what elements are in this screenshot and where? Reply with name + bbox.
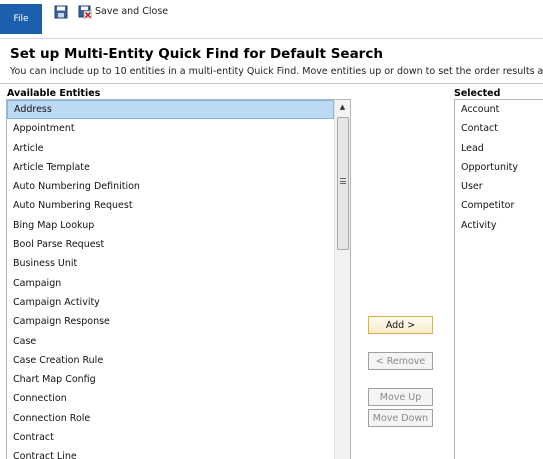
available-entity-item[interactable]: Chart Map Config (7, 370, 334, 389)
available-entities-label: Available Entities (7, 88, 101, 99)
selected-entities-list[interactable]: Account Contact Lead Opportunity User Competi… (454, 99, 543, 459)
scroll-up-arrow-icon[interactable]: ▲ (335, 100, 350, 114)
selected-entity-item[interactable]: User (455, 177, 543, 196)
header-divider (0, 83, 543, 84)
selected-entity-item[interactable]: Competitor (455, 196, 543, 215)
available-entity-item[interactable]: Article Template (7, 158, 334, 177)
available-entities-items: Address Appointment Article Article Templat… (7, 100, 334, 459)
selected-entity-item[interactable]: Lead (455, 139, 543, 158)
available-entity-item[interactable]: Campaign (7, 274, 334, 293)
page-title: Set up Multi-Entity Quick Find for Defau… (10, 46, 383, 62)
save-icon[interactable] (54, 5, 68, 19)
add-button[interactable]: Add > (368, 316, 433, 334)
grip-icon (340, 178, 346, 184)
available-entity-item[interactable]: Campaign Activity (7, 293, 334, 312)
ribbon: File Save and Close (0, 0, 543, 38)
available-list-scrollbar[interactable]: ▲ (334, 100, 350, 459)
available-entity-item[interactable]: Contract (7, 428, 334, 447)
scroll-thumb[interactable] (337, 117, 349, 250)
available-entity-item[interactable]: Bool Parse Request (7, 235, 334, 254)
move-up-button[interactable]: Move Up (368, 388, 433, 406)
save-and-close-icon[interactable] (78, 5, 92, 19)
available-entity-item[interactable]: Address (7, 100, 334, 120)
selected-entity-item[interactable]: Account (455, 100, 543, 119)
remove-button[interactable]: < Remove (368, 352, 433, 370)
available-entity-item[interactable]: Connection (7, 389, 334, 408)
selected-entities-items: Account Contact Lead Opportunity User Competi… (455, 100, 543, 235)
available-entity-item[interactable]: Contract Line (7, 447, 334, 459)
available-entity-item[interactable]: Business Unit (7, 254, 334, 273)
available-entity-item[interactable]: Auto Numbering Definition (7, 177, 334, 196)
available-entity-item[interactable]: Bing Map Lookup (7, 216, 334, 235)
available-entity-item[interactable]: Appointment (7, 119, 334, 138)
selected-entity-item[interactable]: Contact (455, 119, 543, 138)
save-and-close-button[interactable]: Save and Close (95, 6, 168, 17)
available-entity-item[interactable]: Auto Numbering Request (7, 196, 334, 215)
available-entity-item[interactable]: Case (7, 332, 334, 351)
available-entity-item[interactable]: Campaign Response (7, 312, 334, 331)
available-entity-item[interactable]: Connection Role (7, 409, 334, 428)
ribbon-divider (0, 38, 543, 39)
available-entity-item[interactable]: Article (7, 139, 334, 158)
move-down-button[interactable]: Move Down (368, 409, 433, 427)
available-entity-item[interactable]: Case Creation Rule (7, 351, 334, 370)
available-entities-list[interactable]: Address Appointment Article Article Templat… (6, 99, 351, 459)
selected-entity-item[interactable]: Opportunity (455, 158, 543, 177)
page-description: You can include up to 10 entities in a m… (10, 66, 543, 77)
selected-entity-item[interactable]: Activity (455, 216, 543, 235)
file-tab[interactable]: File (0, 4, 42, 34)
